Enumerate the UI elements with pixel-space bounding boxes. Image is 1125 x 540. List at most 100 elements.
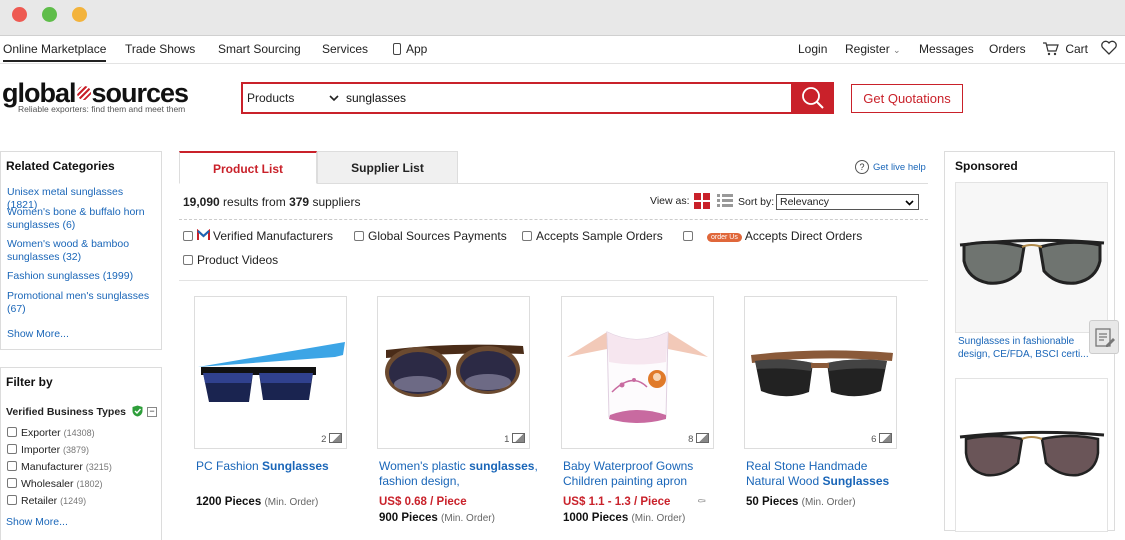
- category-link-wood-bamboo[interactable]: Women's wood & bamboo sunglasses (32): [7, 238, 155, 264]
- checkbox[interactable]: [354, 231, 364, 241]
- category-link-fashion[interactable]: Fashion sunglasses (1999): [7, 270, 155, 283]
- get-quotations-button[interactable]: Get Quotations: [851, 84, 963, 113]
- product-title-2[interactable]: Women's plastic sunglasses, fashion desi…: [379, 459, 539, 489]
- results-count: 19,090: [183, 195, 220, 209]
- image-count: 6: [871, 433, 892, 445]
- image-count-number: 6: [871, 434, 877, 445]
- orders-link[interactable]: Orders: [989, 42, 1026, 56]
- verified-shield-icon: [132, 405, 143, 417]
- nav-app-label: App: [406, 42, 428, 56]
- verified-m-icon: [197, 228, 210, 240]
- product-title-4[interactable]: Real Stone Handmade Natural Wood Sunglas…: [746, 459, 906, 489]
- search-button[interactable]: [791, 82, 834, 114]
- grid-view-icon[interactable]: [694, 193, 710, 209]
- sponsored-image-2[interactable]: [955, 378, 1108, 532]
- title-text: PC Fashion: [196, 459, 263, 473]
- product-image-2[interactable]: 1: [377, 296, 530, 449]
- related-show-more-link[interactable]: Show More...: [7, 328, 155, 341]
- category-link-bone-buffalo-horn[interactable]: Women's bone & buffalo horn sunglasses (…: [7, 206, 155, 232]
- verified-label: Verified Manufacturers: [213, 229, 334, 243]
- filter-label: Importer: [21, 444, 61, 456]
- checkbox[interactable]: [7, 444, 17, 454]
- nav-smart-sourcing[interactable]: Smart Sourcing: [218, 42, 301, 56]
- checkbox[interactable]: [522, 231, 532, 241]
- tab-product-list[interactable]: Product List: [179, 151, 317, 184]
- filter-product-videos[interactable]: Product Videos: [183, 253, 278, 267]
- checkbox[interactable]: [7, 478, 17, 488]
- minimize-window-button[interactable]: [72, 7, 87, 22]
- cart-link[interactable]: Cart: [1042, 42, 1088, 56]
- collapse-section-button[interactable]: −: [147, 407, 157, 417]
- checkbox[interactable]: [7, 427, 17, 437]
- filter-manufacturer[interactable]: Manufacturer (3215): [7, 461, 112, 473]
- nav-services[interactable]: Services: [322, 42, 368, 56]
- logo-mark: [76, 86, 91, 100]
- logo-tagline: Reliable exporters: find them and meet t…: [18, 104, 186, 114]
- sponsored-caption[interactable]: Sunglasses in fashionable design, CE/FDA…: [958, 335, 1103, 361]
- window-titlebar: [0, 0, 1125, 36]
- filter-gs-payments[interactable]: Global Sources Payments: [354, 229, 507, 243]
- filter-label: Wholesaler: [21, 478, 74, 490]
- search-icon: [802, 87, 824, 109]
- live-help-link[interactable]: ? Get live help: [855, 160, 926, 174]
- filter-count: (3215): [85, 462, 112, 472]
- order-badge: order Us: [707, 233, 742, 242]
- checkbox[interactable]: [7, 495, 17, 505]
- moq-value: 1000 Pieces: [563, 512, 629, 524]
- zoom-window-button[interactable]: [42, 7, 57, 22]
- filter-count: (14308): [63, 428, 95, 438]
- moq-note: (Min. Order): [264, 497, 319, 508]
- product-title-3[interactable]: Baby Waterproof Gowns Children painting …: [563, 459, 723, 489]
- filter-label: Manufacturer: [21, 461, 83, 473]
- product-title-1[interactable]: PC Fashion Sunglasses: [196, 459, 356, 474]
- filter-wholesaler[interactable]: Wholesaler (1802): [7, 478, 102, 490]
- wishlist-heart-icon[interactable]: [1101, 40, 1117, 58]
- edit-note-icon: [1095, 328, 1115, 347]
- close-window-button[interactable]: [12, 7, 27, 22]
- checkbox[interactable]: [683, 231, 693, 241]
- filter-count: (3879): [63, 445, 90, 455]
- product-image-3[interactable]: 8: [561, 296, 714, 449]
- checkbox[interactable]: [183, 255, 193, 265]
- sponsored-image-1[interactable]: [955, 182, 1108, 333]
- filter-show-more-link[interactable]: Show More...: [6, 516, 68, 528]
- image-count-number: 2: [321, 434, 327, 445]
- list-view-icon[interactable]: [717, 193, 733, 209]
- related-categories-title: Related Categories: [6, 159, 115, 173]
- checkbox[interactable]: [183, 231, 193, 241]
- filter-direct-orders[interactable]: order Us Accepts Direct Orders: [683, 229, 862, 243]
- category-link-promotional-mens[interactable]: Promotional men's sunglasses (67): [7, 290, 155, 316]
- feedback-button[interactable]: [1089, 320, 1119, 354]
- tab-supplier-list[interactable]: Supplier List: [317, 151, 458, 184]
- filter-importer[interactable]: Importer (3879): [7, 444, 89, 456]
- image-count: 1: [504, 433, 525, 445]
- image-count-number: 1: [504, 434, 510, 445]
- filter-retailer[interactable]: Retailer (1249): [7, 495, 86, 507]
- results-summary: 19,090 results from 379 suppliers: [183, 195, 360, 209]
- results-tail-text: suppliers: [312, 195, 361, 209]
- sort-select[interactable]: Relevancy: [776, 194, 919, 210]
- title-keyword: sunglasses: [469, 459, 535, 473]
- checkbox[interactable]: [7, 461, 17, 471]
- sponsored-title: Sponsored: [955, 159, 1018, 173]
- chevron-down-icon: [329, 95, 339, 102]
- category-select[interactable]: Products: [247, 91, 342, 105]
- product-price-2: US$ 0.68 / Piece: [379, 496, 467, 508]
- moq-value: 1200 Pieces: [196, 496, 262, 508]
- messages-link[interactable]: Messages: [919, 42, 974, 56]
- product-moq-4: 50 Pieces (Min. Order): [746, 496, 856, 508]
- nav-trade-shows[interactable]: Trade Shows: [125, 42, 195, 56]
- nav-online-marketplace[interactable]: Online Marketplace: [3, 42, 107, 62]
- search-input[interactable]: sunglasses: [346, 91, 406, 105]
- filter-sample-orders[interactable]: Accepts Sample Orders: [522, 229, 663, 243]
- payments-label: Global Sources Payments: [368, 229, 507, 243]
- filter-verified-manufacturers[interactable]: Verified Manufacturers: [183, 228, 334, 243]
- filter-label: Retailer: [21, 495, 58, 507]
- product-image-1[interactable]: 2: [194, 296, 347, 449]
- nav-app[interactable]: App: [393, 42, 427, 56]
- register-link[interactable]: Register ⌄: [845, 42, 901, 56]
- login-link[interactable]: Login: [798, 42, 827, 56]
- product-image-4[interactable]: 6: [744, 296, 897, 449]
- filter-exporter[interactable]: Exporter (14308): [7, 427, 95, 439]
- sunglasses-product-photo: [959, 430, 1105, 477]
